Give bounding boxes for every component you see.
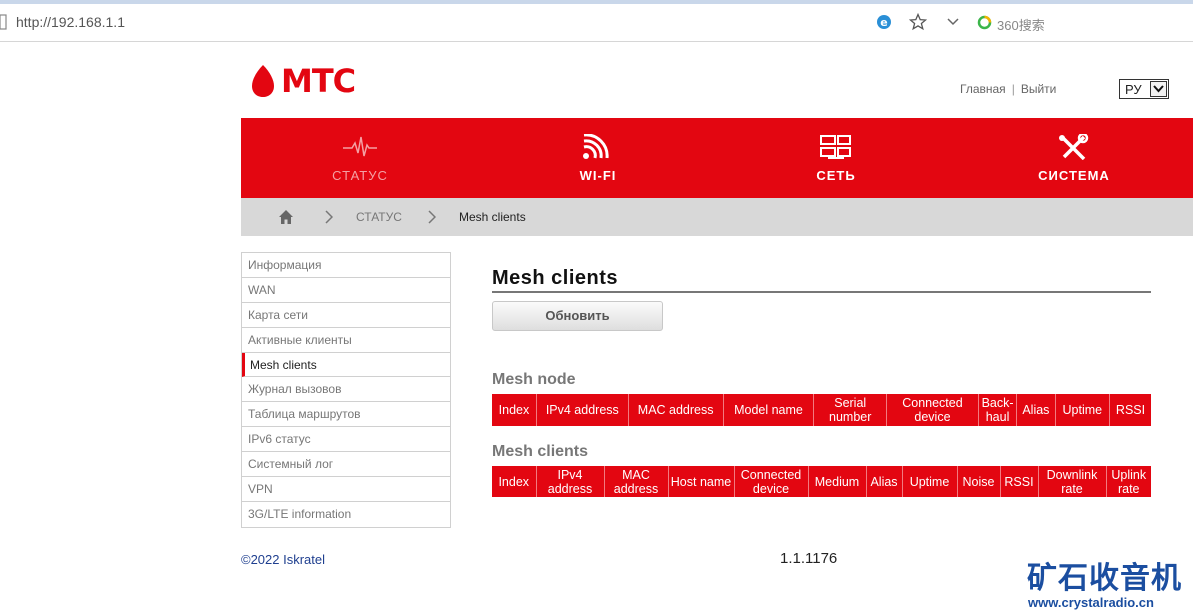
pulse-icon (343, 136, 377, 157)
sidebar-item-wan[interactable]: WAN (242, 278, 450, 303)
breadcrumb: СТАТУС Mesh clients (241, 198, 1193, 236)
sidebar: Информация WAN Карта сети Активные клиен… (241, 252, 451, 528)
title-divider (492, 291, 1151, 293)
sidebar-item-routing-table[interactable]: Таблица маршрутов (242, 402, 450, 428)
chevron-right-icon (428, 210, 436, 224)
nav-label-status: СТАТУС (332, 168, 388, 183)
nav-item-wifi[interactable]: WI-FI (479, 118, 717, 198)
browser-address-bar[interactable]: http://192.168.1.1 e 360搜索 (0, 4, 1193, 42)
nav-item-network[interactable]: СЕТЬ (717, 118, 955, 198)
column-header[interactable]: RSSI (1110, 394, 1151, 426)
sidebar-item-ipv6-status[interactable]: IPv6 статус (242, 427, 450, 453)
nav-label-network: СЕТЬ (816, 168, 856, 183)
column-header[interactable]: Index (492, 394, 537, 426)
firmware-version: 1.1.1176 (780, 550, 838, 567)
sidebar-item-system-log[interactable]: Системный лог (242, 452, 450, 478)
language-select[interactable]: РУ (1119, 79, 1169, 99)
link-separator: | (1011, 82, 1015, 96)
column-header[interactable]: Index (492, 466, 537, 497)
column-header[interactable]: Alias (1016, 394, 1056, 426)
search-engine-label[interactable]: 360搜索 (997, 15, 1045, 34)
column-header[interactable]: Uplink rate (1106, 466, 1151, 497)
star-icon[interactable] (909, 13, 927, 31)
mts-logo[interactable]: МТС (251, 64, 381, 100)
nav-item-status[interactable]: СТАТУС (241, 118, 479, 198)
sidebar-item-network-map[interactable]: Карта сети (242, 303, 450, 328)
sidebar-item-mesh-clients[interactable]: Mesh clients (242, 352, 450, 378)
column-header[interactable]: MAC address (604, 466, 669, 497)
chevron-down-icon[interactable] (946, 16, 960, 28)
main-nav: СТАТУС WI-FI СЕТЬ СИСТЕМА (241, 118, 1193, 198)
column-header[interactable]: Downlink rate (1038, 466, 1107, 497)
column-header[interactable]: IPv4 address (536, 466, 605, 497)
nav-label-wifi: WI-FI (579, 168, 617, 183)
sidebar-item-3g-lte[interactable]: 3G/LTE information (242, 502, 450, 527)
logo-text: МТС (281, 62, 356, 100)
sidebar-item-active-clients[interactable]: Активные клиенты (242, 328, 450, 353)
tools-icon (1059, 134, 1089, 160)
table-header-row: Index IPv4 address MAC address Model nam… (492, 394, 1151, 426)
watermark-title: 矿石收音机 (1027, 561, 1182, 596)
column-header[interactable]: RSSI (1000, 466, 1039, 497)
sidebar-item-info[interactable]: Информация (242, 253, 450, 278)
network-icon (820, 135, 851, 159)
mesh-node-table: Index IPv4 address MAC address Model nam… (492, 394, 1151, 426)
column-header[interactable]: Model name (723, 394, 815, 426)
mesh-node-title: Mesh node (492, 371, 576, 388)
language-dropdown-button[interactable] (1150, 81, 1167, 97)
wifi-icon (583, 134, 609, 159)
column-header[interactable]: Serial number (813, 394, 888, 426)
copyright-text: ©2022 Iskratel (241, 552, 326, 567)
column-header[interactable]: Noise (957, 466, 1001, 497)
table-header-row: Index IPv4 address MAC address Host name… (492, 466, 1151, 497)
column-header[interactable]: Back-haul (978, 394, 1018, 426)
header-links: Главная | Выйти (960, 82, 1056, 96)
column-header[interactable]: Medium (808, 466, 867, 497)
chevron-right-icon (325, 210, 333, 224)
column-header[interactable]: Connected device (734, 466, 809, 497)
page-icon (0, 14, 7, 30)
watermark-url: www.crystalradio.cn (1028, 595, 1154, 610)
search-engine-icon (977, 15, 992, 30)
nav-label-system: СИСТЕМА (1038, 168, 1110, 183)
mesh-clients-title: Mesh clients (492, 443, 589, 460)
home-icon[interactable] (278, 209, 294, 225)
home-link[interactable]: Главная (960, 82, 1006, 96)
watermark: 矿石收音机 www.crystalradio.cn (1025, 553, 1193, 615)
column-header[interactable]: IPv4 address (536, 394, 629, 426)
nav-item-system[interactable]: СИСТЕМА (955, 118, 1193, 198)
breadcrumb-current: Mesh clients (459, 210, 526, 224)
language-value: РУ (1125, 82, 1142, 97)
egg-icon (252, 65, 274, 97)
column-header[interactable]: Host name (668, 466, 735, 497)
column-header[interactable]: Uptime (902, 466, 958, 497)
column-header[interactable]: Connected device (886, 394, 979, 426)
column-header[interactable]: Alias (866, 466, 903, 497)
svg-text:e: e (880, 16, 887, 29)
ie-compat-icon[interactable]: e (876, 14, 892, 30)
column-header[interactable]: Uptime (1055, 394, 1111, 426)
sidebar-item-vpn[interactable]: VPN (242, 477, 450, 502)
breadcrumb-section[interactable]: СТАТУС (356, 210, 402, 224)
page-title: Mesh clients (492, 267, 619, 289)
logout-link[interactable]: Выйти (1021, 82, 1057, 96)
sidebar-item-call-log[interactable]: Журнал вызовов (242, 377, 450, 403)
mesh-clients-table: Index IPv4 address MAC address Host name… (492, 466, 1151, 497)
url-text[interactable]: http://192.168.1.1 (16, 14, 125, 30)
chevron-down-icon (1153, 85, 1164, 93)
refresh-button[interactable]: Обновить (492, 301, 663, 331)
column-header[interactable]: MAC address (628, 394, 724, 426)
